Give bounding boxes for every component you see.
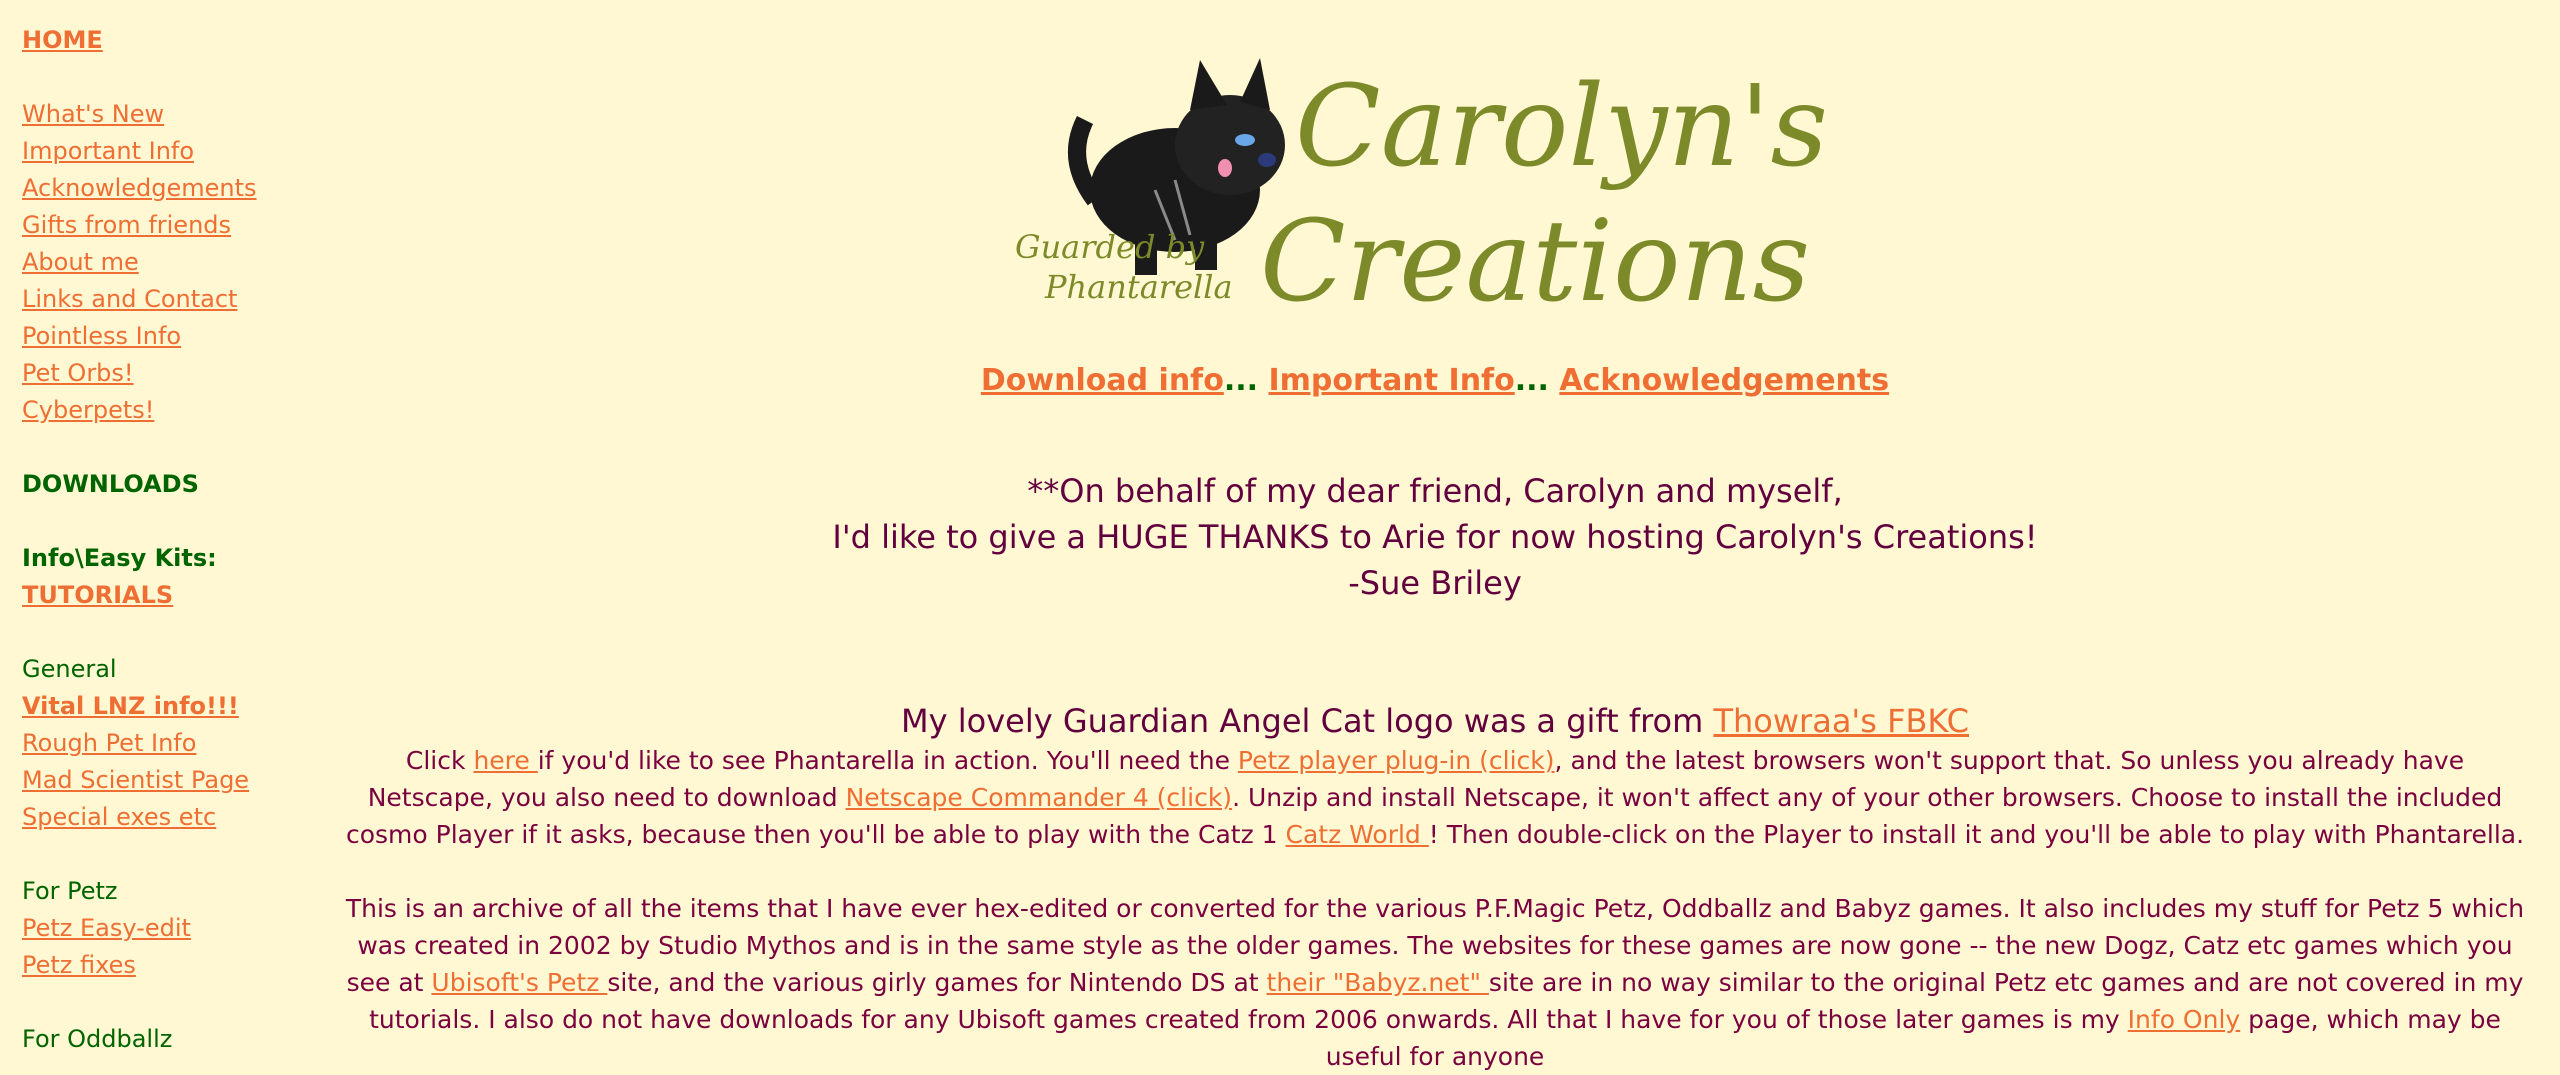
text: Click [405, 746, 474, 775]
text: ! Then double-click on the Player to ins… [1428, 820, 2525, 849]
here-link[interactable]: here [473, 746, 537, 775]
acknowledgements-link[interactable]: Acknowledgements [1559, 363, 1889, 398]
download-info-link[interactable]: Download info [981, 363, 1224, 398]
petz-heading: For Petz [22, 877, 118, 905]
separator: ... [1223, 363, 1259, 398]
sidebar-link-acknowledgements[interactable]: Acknowledgements [22, 174, 257, 202]
separator: ... [1514, 363, 1549, 398]
guard-line-2: Phantarella [1044, 268, 1233, 306]
info-only-link[interactable]: Info Only [2128, 1005, 2241, 1034]
sidebar-link-whats-new[interactable]: What's New [22, 100, 164, 128]
sidebar-link-rough-pet-info[interactable]: Rough Pet Info [22, 729, 196, 757]
petz-player-plugin-link[interactable]: Petz player plug-in (click) [1238, 746, 1555, 775]
sidebar-link-petz-fixes[interactable]: Petz fixes [22, 951, 136, 979]
text: if you'd like to see Phantarella in acti… [537, 746, 1238, 775]
site-logo: Guarded by Phantarella Carolyn's Creatio… [1005, 40, 1865, 327]
downloads-heading: DOWNLOADS [22, 470, 199, 498]
sidebar-link-about-me[interactable]: About me [22, 248, 139, 276]
sidebar-link-home[interactable]: HOME [22, 26, 103, 54]
sidebar-link-tutorials[interactable]: TUTORIALS [22, 581, 173, 609]
sidebar-links-main: What's New Important Info Acknowledgemen… [22, 96, 312, 429]
sidebar-link-links-contact[interactable]: Links and Contact [22, 285, 237, 313]
logo-title-line-1: Carolyn's [1295, 62, 1828, 192]
catz-world-link[interactable]: Catz World [1286, 820, 1429, 849]
main-content: Guarded by Phantarella Carolyn's Creatio… [330, 0, 2540, 1075]
sidebar-link-petz-easy-edit[interactable]: Petz Easy-edit [22, 914, 191, 942]
sidebar-link-vital-lnz[interactable]: Vital LNZ info!!! [22, 692, 239, 720]
sidebar-link-pointless-info[interactable]: Pointless Info [22, 322, 181, 350]
logo-credit: My lovely Guardian Angel Cat logo was a … [330, 700, 2540, 742]
cat-logo-graphic: Guarded by Phantarella Carolyn's Creatio… [1015, 58, 1828, 327]
sidebar-link-cyberpets[interactable]: Cyberpets! [22, 396, 154, 424]
logo-credit-text: My lovely Guardian Angel Cat logo was a … [901, 702, 1714, 740]
ubisoft-petz-link[interactable]: Ubisoft's Petz [431, 968, 607, 997]
sidebar-link-gifts[interactable]: Gifts from friends [22, 211, 231, 239]
sidebar-link-special-exes[interactable]: Special exes etc [22, 803, 216, 831]
guard-line-1: Guarded by [1015, 228, 1205, 266]
general-heading: General [22, 655, 117, 683]
babyz-net-link[interactable]: their "Babyz.net" [1267, 968, 1489, 997]
dedication-line-1: **On behalf of my dear friend, Carolyn a… [1027, 472, 1843, 510]
important-info-link[interactable]: Important Info [1269, 363, 1515, 398]
dedication-line-3: -Sue Briley [1348, 564, 1522, 602]
text: site, and the various girly games for Ni… [607, 968, 1267, 997]
info-kits-heading: Info\Easy Kits: [22, 544, 217, 572]
sidebar-nav: HOME What's New Important Info Acknowled… [22, 22, 312, 1058]
archive-paragraph: This is an archive of all the items that… [330, 890, 2540, 1075]
logo-title-line-2: Creations [1260, 197, 1810, 325]
top-nav-links: Download info... Important Info... Ackno… [330, 363, 2540, 398]
thowraa-fbkc-link[interactable]: Thowraa's FBKC [1713, 702, 1969, 740]
dedication-message: **On behalf of my dear friend, Carolyn a… [330, 468, 2540, 606]
netscape-commander-link[interactable]: Netscape Commander 4 (click) [846, 783, 1233, 812]
dedication-line-2: I'd like to give a HUGE THANKS to Arie f… [832, 518, 2038, 556]
oddballz-heading: For Oddballz [22, 1025, 173, 1053]
phantarella-paragraph: Click here if you'd like to see Phantare… [330, 742, 2540, 853]
sidebar-link-pet-orbs[interactable]: Pet Orbs! [22, 359, 134, 387]
sidebar-link-important-info[interactable]: Important Info [22, 137, 194, 165]
sidebar-link-mad-scientist[interactable]: Mad Scientist Page [22, 766, 249, 794]
